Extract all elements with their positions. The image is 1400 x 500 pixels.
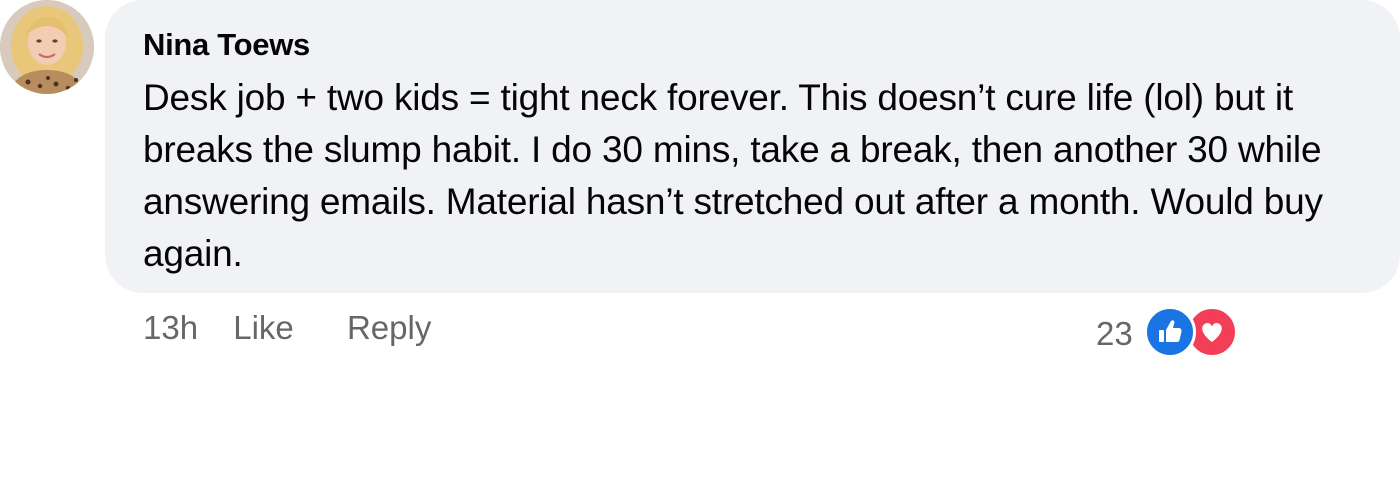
- like-icon: [1144, 306, 1196, 358]
- like-button[interactable]: Like: [233, 306, 294, 350]
- comment: Nina Toews Desk job + two kids = tight n…: [0, 0, 1400, 500]
- reactions-summary[interactable]: 23: [1096, 306, 1256, 358]
- reply-button[interactable]: Reply: [347, 306, 431, 350]
- reaction-count: 23: [1096, 315, 1133, 352]
- comment-bubble: Nina Toews Desk job + two kids = tight n…: [105, 0, 1400, 293]
- comment-actions: 13h Like Reply: [143, 306, 431, 350]
- comment-author[interactable]: Nina Toews: [143, 26, 1370, 64]
- avatar-image: [0, 0, 94, 94]
- avatar[interactable]: [0, 0, 94, 94]
- comment-timestamp[interactable]: 13h: [143, 306, 198, 350]
- comment-text: Desk job + two kids = tight neck forever…: [143, 77, 1323, 274]
